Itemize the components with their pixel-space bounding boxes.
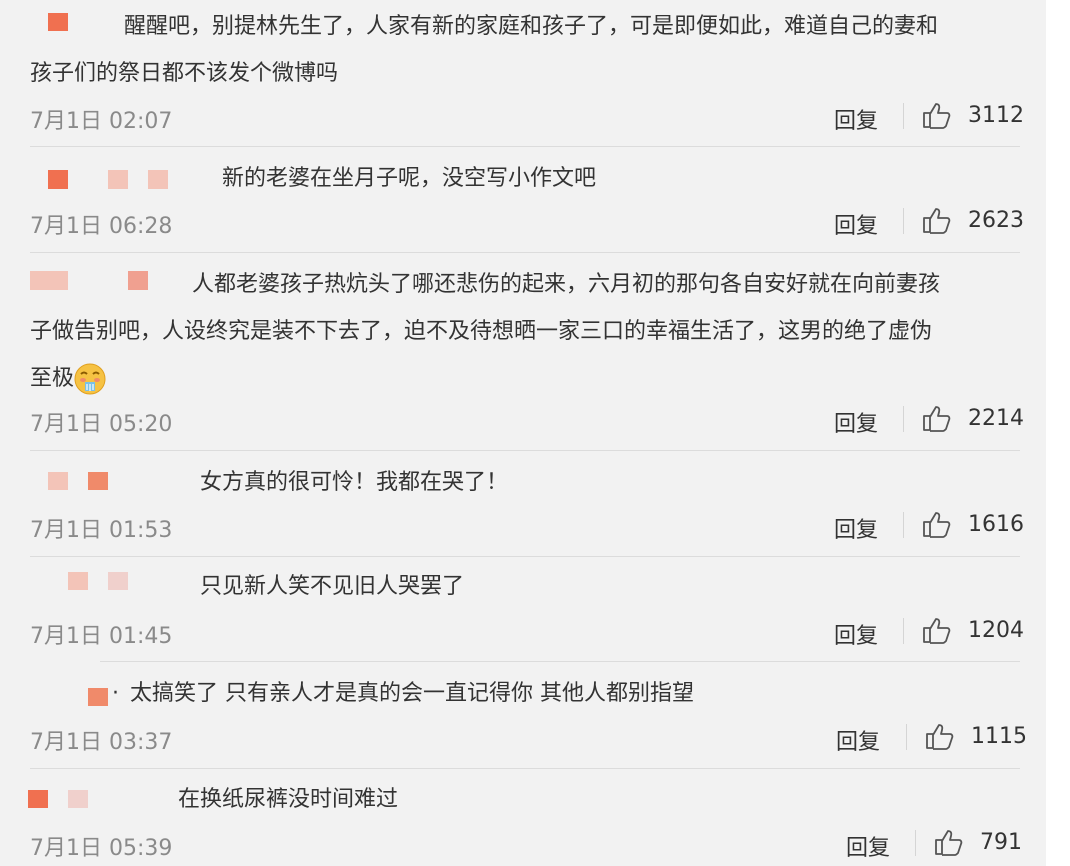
comment-timestamp: 7月1日 01:45 — [30, 624, 173, 649]
comment-text: 新的老婆在坐月子呢，没空写小作文吧 — [222, 155, 1002, 202]
like-button[interactable] — [922, 206, 952, 238]
redacted-username — [108, 572, 128, 590]
thumbs-up-icon — [923, 512, 951, 538]
reply-button[interactable]: 回复 — [834, 208, 878, 240]
like-button[interactable] — [934, 828, 964, 860]
redacted-username — [28, 790, 48, 808]
action-separator — [903, 618, 904, 644]
comment-text: 人都老婆孩子热炕头了哪还悲伤的起来，六月初的那句各自安好就在向前妻孩 子做告别吧… — [30, 261, 1020, 402]
reply-button[interactable]: 回复 — [834, 512, 878, 544]
like-button[interactable] — [922, 404, 952, 436]
like-count: 2623 — [968, 208, 1024, 233]
comment-text-line1: 太搞笑了 只有亲人才是真的会一直记得你 其他人都别指望 — [130, 681, 694, 706]
reply-button[interactable]: 回复 — [846, 830, 890, 862]
comment-text-line3: 至极 — [30, 366, 75, 391]
comment-text: · 太搞笑了 只有亲人才是真的会一直记得你 其他人都别指望 — [112, 681, 694, 706]
comment-text-line1: 只见新人笑不见旧人哭罢了 — [200, 574, 465, 599]
like-button[interactable] — [925, 722, 955, 754]
thumbs-up-icon — [923, 208, 951, 234]
redacted-username — [48, 472, 68, 490]
reply-button[interactable]: 回复 — [834, 618, 878, 650]
comment-timestamp: 7月1日 06:28 — [30, 214, 173, 239]
like-button[interactable] — [922, 616, 952, 648]
redacted-username — [48, 170, 68, 189]
redacted-username — [88, 472, 108, 490]
comment-timestamp: 7月1日 02:07 — [30, 109, 173, 134]
comment-divider — [30, 146, 1020, 147]
vomit-emoji-icon — [74, 363, 106, 395]
comment-divider — [30, 556, 1020, 557]
thumbs-up-icon — [923, 618, 951, 644]
like-button[interactable] — [922, 510, 952, 542]
like-count: 1115 — [971, 724, 1027, 749]
comment-divider — [30, 768, 1020, 769]
like-count: 1616 — [968, 512, 1024, 537]
action-separator — [915, 830, 916, 856]
like-count: 1204 — [968, 618, 1024, 643]
like-count: 791 — [980, 830, 1022, 855]
comment-timestamp: 7月1日 01:53 — [30, 518, 173, 543]
comment-text-line1: 人都老婆孩子热炕头了哪还悲伤的起来，六月初的那句各自安好就在向前妻孩 — [192, 272, 941, 297]
page-edge — [1046, 0, 1070, 866]
comment-divider — [30, 252, 1020, 253]
like-button[interactable] — [922, 101, 952, 133]
action-separator — [903, 103, 904, 129]
thumbs-up-icon — [926, 724, 954, 750]
reply-button[interactable]: 回复 — [834, 406, 878, 438]
comment-timestamp: 7月1日 05:39 — [30, 836, 173, 861]
comment-text-line1: 在换纸尿裤没时间难过 — [178, 787, 399, 812]
reply-button[interactable]: 回复 — [836, 724, 880, 756]
comment-text-line2: 孩子们的祭日都不该发个微博吗 — [30, 61, 339, 86]
action-separator — [903, 512, 904, 538]
comment-list: 醒醒吧，别提林先生了，人家有新的家庭和孩子了，可是即便如此，难道自己的妻和 孩子… — [0, 0, 1046, 866]
action-separator — [903, 208, 904, 234]
comment-timestamp: 7月1日 03:37 — [30, 730, 173, 755]
like-count: 2214 — [968, 406, 1024, 431]
action-separator — [903, 406, 904, 432]
comment-text: 只见新人笑不见旧人哭罢了 — [200, 563, 1000, 610]
comment-timestamp: 7月1日 05:20 — [30, 412, 173, 437]
comment-text-line2: 子做告别吧，人设终究是装不下去了，迫不及待想晒一家三口的幸福生活了，这男的绝了虚… — [30, 319, 933, 344]
redacted-username — [108, 170, 128, 189]
redacted-username — [68, 790, 88, 808]
redacted-username — [68, 572, 88, 590]
redacted-username — [88, 688, 108, 706]
comment-text-line1: 新的老婆在坐月子呢，没空写小作文吧 — [222, 166, 597, 191]
action-separator — [906, 724, 907, 750]
redacted-username — [148, 170, 168, 189]
thumbs-up-icon — [935, 830, 963, 856]
comment-text-line1: 醒醒吧，别提林先生了，人家有新的家庭和孩子了，可是即便如此，难道自己的妻和 — [124, 14, 939, 39]
comment-text: 醒醒吧，别提林先生了，人家有新的家庭和孩子了，可是即便如此，难道自己的妻和 孩子… — [30, 3, 1020, 97]
like-count: 3112 — [968, 103, 1024, 128]
comment-text: 女方真的很可怜！我都在哭了！ — [200, 459, 1000, 506]
thumbs-up-icon — [923, 406, 951, 432]
comment-text-line1: 女方真的很可怜！我都在哭了！ — [200, 470, 509, 495]
comment-divider — [100, 661, 1020, 662]
comment-divider — [30, 450, 1020, 451]
reply-button[interactable]: 回复 — [834, 103, 878, 135]
thumbs-up-icon — [923, 103, 951, 129]
comment-text: 在换纸尿裤没时间难过 — [178, 776, 998, 823]
